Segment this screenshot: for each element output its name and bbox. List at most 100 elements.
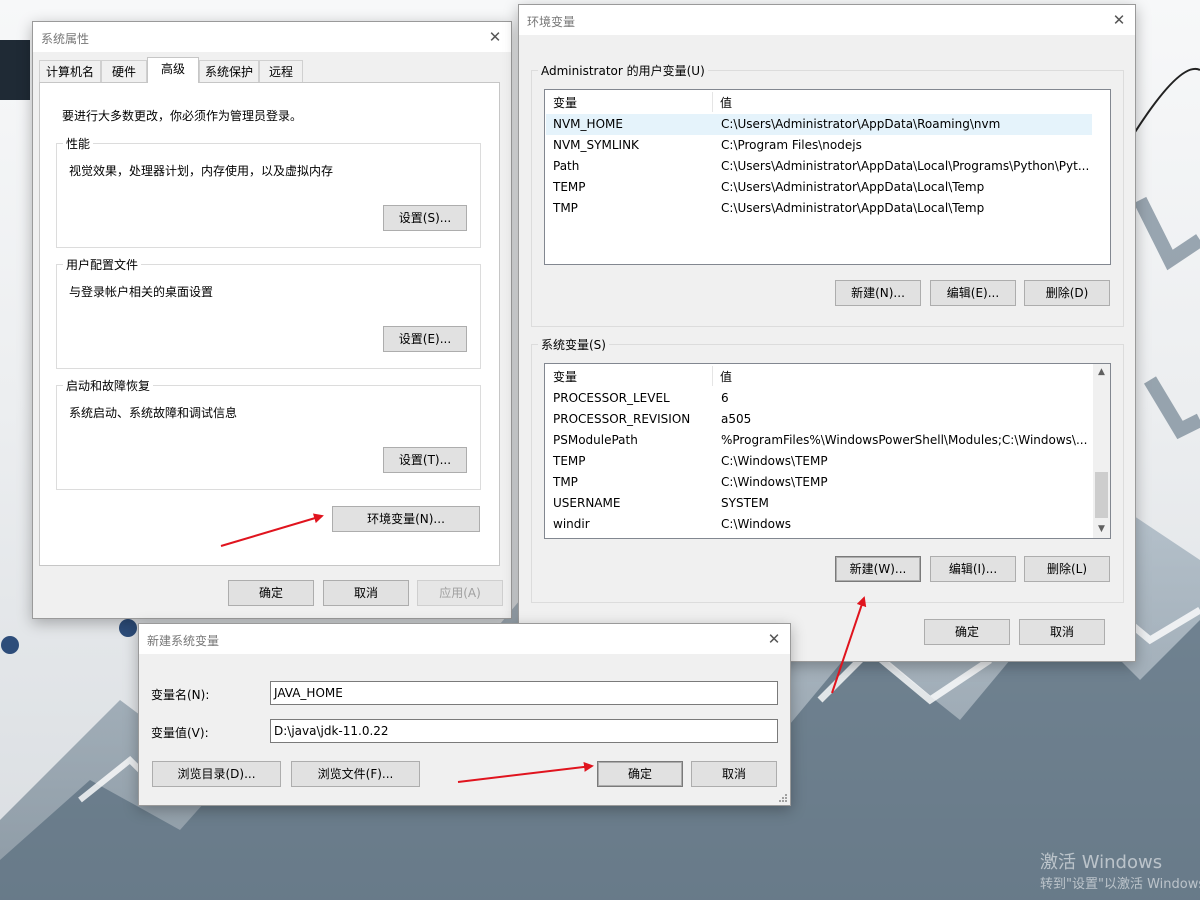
resize-grip-icon[interactable]	[778, 793, 788, 803]
scroll-thumb[interactable]	[1095, 472, 1108, 518]
system-delete-button[interactable]: 删除(L)	[1024, 556, 1110, 582]
tab-remote[interactable]: 远程	[259, 60, 303, 82]
user-delete-button[interactable]: 删除(D)	[1024, 280, 1110, 306]
window-title: 环境变量	[527, 15, 576, 29]
cancel-button[interactable]: 取消	[691, 761, 777, 787]
tab-computer-name[interactable]: 计算机名	[39, 60, 101, 82]
table-row[interactable]: PROCESSOR_REVISION a505	[546, 409, 1092, 430]
browse-directory-button[interactable]: 浏览目录(D)...	[152, 761, 281, 787]
variable-name: NVM_HOME	[553, 117, 623, 131]
table-row[interactable]: Path C:\Users\Administrator\AppData\Local…	[546, 156, 1092, 177]
window-title: 系统属性	[41, 32, 90, 46]
column-separator	[712, 366, 713, 386]
variable-name: TMP	[553, 475, 578, 489]
user-new-button[interactable]: 新建(N)...	[835, 280, 921, 306]
variable-name: TEMP	[553, 454, 586, 468]
table-row[interactable]: TMP C:\Users\Administrator\AppData\Local\…	[546, 198, 1092, 219]
system-variables-list[interactable]: 变量 值 PROCESSOR_LEVEL 6 PROCESSOR_REVISION a…	[544, 363, 1111, 539]
list-header: 变量 值	[545, 364, 1110, 388]
system-new-button[interactable]: 新建(W)...	[835, 556, 921, 582]
scroll-down-icon[interactable]: ▼	[1093, 521, 1110, 538]
ok-button[interactable]: 确定	[228, 580, 314, 606]
variable-name: USERNAME	[553, 496, 621, 510]
scroll-up-icon[interactable]: ▲	[1093, 364, 1110, 381]
ok-button[interactable]: 确定	[924, 619, 1010, 645]
variable-name: PSModulePath	[553, 433, 638, 447]
system-edit-button[interactable]: 编辑(I)...	[930, 556, 1016, 582]
new-system-variable-dialog: 新建系统变量 ✕ 变量名(N): JAVA_HOME 变量值(V): D:\ja…	[138, 623, 791, 806]
tab-hardware[interactable]: 硬件	[101, 60, 147, 82]
table-row[interactable]: PROCESSOR_LEVEL 6	[546, 388, 1092, 409]
watermark-line2: 转到"设置"以激活 Windows。	[1040, 877, 1200, 892]
variable-name: PROCESSOR_REVISION	[553, 412, 691, 426]
ok-button[interactable]: 确定	[597, 761, 683, 787]
variable-value-input[interactable]: D:\java\jdk-11.0.22	[270, 719, 778, 743]
performance-settings-button[interactable]: 设置(S)...	[383, 205, 467, 231]
close-icon[interactable]: ✕	[1109, 10, 1129, 30]
system-variables-label: 系统变量(S)	[538, 336, 609, 353]
column-value[interactable]: 值	[720, 368, 732, 385]
variable-name-input[interactable]: JAVA_HOME	[270, 681, 778, 705]
performance-group: 性能 视觉效果，处理器计划，内存使用，以及虚拟内存 设置(S)...	[56, 135, 481, 248]
variable-value: SYSTEM	[721, 496, 769, 510]
cancel-button[interactable]: 取消	[323, 580, 409, 606]
variable-name: NVM_SYMLINK	[553, 138, 639, 152]
user-profiles-label: 用户配置文件	[63, 256, 142, 273]
performance-desc: 视觉效果，处理器计划，内存使用，以及虚拟内存	[69, 164, 334, 178]
table-row[interactable]: USERNAME SYSTEM	[546, 493, 1092, 514]
variable-value: %ProgramFiles%\WindowsPowerShell\Modules…	[721, 433, 1088, 447]
close-icon[interactable]: ✕	[764, 629, 784, 649]
column-variable[interactable]: 变量	[553, 94, 577, 111]
advanced-tab-panel: 要进行大多数更改，你必须作为管理员登录。 性能 视觉效果，处理器计划，内存使用，…	[39, 82, 500, 566]
title-bar: 新建系统变量 ✕	[139, 624, 790, 654]
activation-watermark: 激活 Windows 转到"设置"以激活 Windows。	[1040, 852, 1200, 896]
variable-value: C:\Users\Administrator\AppData\Roaming\n…	[721, 117, 1001, 131]
table-row[interactable]: TEMP C:\Users\Administrator\AppData\Local…	[546, 177, 1092, 198]
column-separator	[712, 92, 713, 112]
variable-value: C:\Users\Administrator\AppData\Local\Tem…	[721, 201, 985, 215]
startup-recovery-settings-button[interactable]: 设置(T)...	[383, 447, 467, 473]
variable-name-label: 变量名(N):	[151, 688, 210, 702]
browse-file-button[interactable]: 浏览文件(F)...	[291, 761, 420, 787]
variable-name: TMP	[553, 201, 578, 215]
table-row[interactable]: NVM_SYMLINK C:\Program Files\nodejs	[546, 135, 1092, 156]
table-row[interactable]: TEMP C:\Windows\TEMP	[546, 451, 1092, 472]
tab-system-protection[interactable]: 系统保护	[199, 60, 259, 82]
variable-value: C:\Program Files\nodejs	[721, 138, 862, 152]
variable-value: C:\Users\Administrator\AppData\Local\Pro…	[721, 159, 1090, 173]
column-value[interactable]: 值	[720, 94, 732, 111]
table-row[interactable]: TMP C:\Windows\TEMP	[546, 472, 1092, 493]
close-icon[interactable]: ✕	[485, 27, 505, 47]
environment-variables-window: 环境变量 ✕ Administrator 的用户变量(U) 变量 值 NVM_H…	[518, 4, 1136, 662]
performance-label: 性能	[63, 135, 94, 152]
variable-value: C:\Windows\TEMP	[721, 475, 828, 489]
cancel-button[interactable]: 取消	[1019, 619, 1105, 645]
variable-name: windir	[553, 517, 590, 531]
variable-value: C:\Users\Administrator\AppData\Local\Tem…	[721, 180, 985, 194]
user-profiles-group: 用户配置文件 与登录帐户相关的桌面设置 设置(E)...	[56, 256, 481, 369]
variable-value: C:\Windows	[721, 517, 792, 531]
column-variable[interactable]: 变量	[553, 368, 577, 385]
table-row[interactable]: NVM_HOME C:\Users\Administrator\AppData\R…	[546, 114, 1092, 135]
table-row[interactable]: windir C:\Windows	[546, 514, 1092, 535]
watermark-line1: 激活 Windows	[1040, 852, 1163, 873]
variable-value: C:\Windows\TEMP	[721, 454, 828, 468]
user-profiles-desc: 与登录帐户相关的桌面设置	[69, 285, 214, 299]
tab-advanced[interactable]: 高级	[147, 57, 199, 83]
startup-recovery-desc: 系统启动、系统故障和调试信息	[69, 406, 238, 420]
user-edit-button[interactable]: 编辑(E)...	[930, 280, 1016, 306]
user-profiles-settings-button[interactable]: 设置(E)...	[383, 326, 467, 352]
list-header: 变量 值	[545, 90, 1110, 114]
environment-variables-button[interactable]: 环境变量(N)...	[332, 506, 480, 532]
table-row[interactable]: PSModulePath %ProgramFiles%\WindowsPowerS…	[546, 430, 1092, 451]
vertical-scrollbar[interactable]: ▲ ▼	[1093, 364, 1110, 538]
system-properties-window: 系统属性 ✕ 计算机名 硬件 高级 系统保护 远程 要进行大多数更改，你必须作为…	[32, 21, 512, 619]
variable-value: 6	[721, 391, 729, 405]
admin-note: 要进行大多数更改，你必须作为管理员登录。	[62, 109, 303, 123]
apply-button[interactable]: 应用(A)	[417, 580, 503, 606]
user-variables-list[interactable]: 变量 值 NVM_HOME C:\Users\Administrator\AppD…	[544, 89, 1111, 265]
variable-name: TEMP	[553, 180, 586, 194]
user-variables-label: Administrator 的用户变量(U)	[538, 62, 708, 79]
title-bar: 环境变量 ✕	[519, 5, 1135, 35]
variable-name: Path	[553, 159, 580, 173]
